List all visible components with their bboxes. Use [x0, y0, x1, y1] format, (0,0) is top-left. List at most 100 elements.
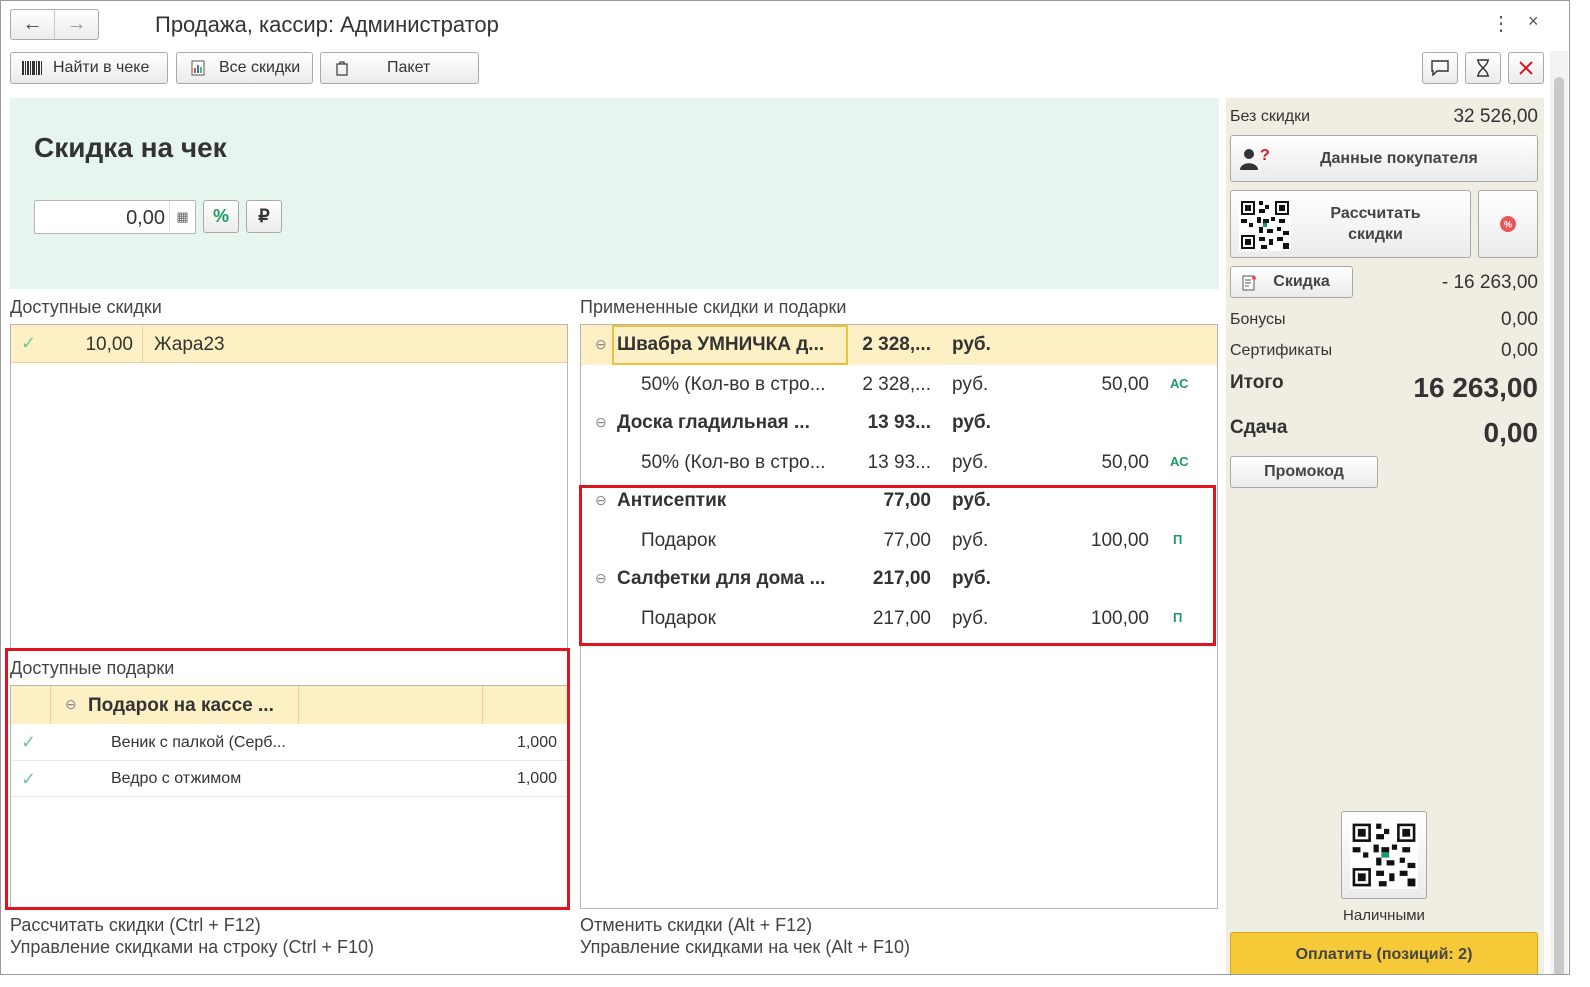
- certificates-value: 0,00: [1501, 340, 1538, 361]
- applied-name: 50% (Кол-во в стро...: [641, 452, 826, 473]
- collapse-icon[interactable]: ⊖: [595, 336, 607, 353]
- discount-value: - 16 263,00: [1441, 272, 1538, 293]
- applied-percent: 50,00: [1101, 452, 1149, 473]
- comment-button[interactable]: [1422, 52, 1458, 84]
- barcode-icon: [21, 60, 43, 76]
- person-question-icon: ?: [1239, 146, 1271, 177]
- close-red-icon: [1519, 61, 1533, 75]
- package-button[interactable]: Пакет: [320, 52, 479, 84]
- cash-label: Наличными: [1343, 907, 1425, 924]
- title-bar: ← → Продажа, кассир: Администратор ⋮ ×: [1, 1, 1569, 47]
- table-row[interactable]: ✓ 10,00 Жара23: [11, 325, 567, 363]
- applied-discounts-label: Примененные скидки и подарки: [580, 297, 847, 317]
- buyer-data-label: Данные покупателя: [1320, 149, 1478, 167]
- svg-text:%: %: [1504, 220, 1512, 230]
- close-icon[interactable]: ×: [1528, 11, 1539, 32]
- total-row: Итого 16 263,00: [1230, 372, 1538, 403]
- applied-amount: 13 93...: [867, 412, 931, 433]
- cancel-check-button[interactable]: [1508, 52, 1544, 84]
- applied-tag: АС: [1170, 376, 1189, 391]
- applied-group-row[interactable]: ⊖ Швабра УМНИЧКА д... 2 328,... руб.: [581, 325, 1217, 364]
- cancel-discounts-link[interactable]: Отменить скидки (Alt + F12): [580, 915, 812, 936]
- gifts-applied-highlight-frame: [579, 485, 1216, 646]
- discount-mode-button[interactable]: %: [1478, 190, 1538, 258]
- discount-doc-icon: [1241, 275, 1257, 296]
- all-discounts-label: Все скидки: [219, 59, 301, 76]
- more-menu-icon[interactable]: ⋮: [1491, 11, 1511, 36]
- calc-discounts-link[interactable]: Рассчитать скидки (Ctrl + F12): [10, 915, 261, 936]
- applied-item-row[interactable]: 50% (Кол-во в стро... 2 328,... руб. 50,…: [581, 365, 1217, 404]
- ruble-button[interactable]: ₽: [246, 200, 282, 233]
- package-label: Пакет: [387, 59, 431, 76]
- applied-currency: руб.: [952, 412, 991, 433]
- manage-row-discounts-link[interactable]: Управление скидками на строку (Ctrl + F1…: [10, 937, 374, 958]
- check-discount-panel: Скидка на чек 0,00 ▦ % ₽: [10, 98, 1219, 289]
- no-discount-row: Без скидки 32 526,00: [1230, 106, 1538, 127]
- report-icon: [187, 60, 209, 76]
- available-discounts-table: ✓ 10,00 Жара23: [10, 324, 568, 649]
- window-title: Продажа, кассир: Администратор: [155, 12, 499, 37]
- applied-amount: 2 328,...: [862, 374, 931, 395]
- certificates-label: Сертификаты: [1230, 342, 1333, 359]
- manage-check-discounts-link[interactable]: Управление скидками на чек (Alt + F10): [580, 937, 910, 958]
- promo-code-button[interactable]: Промокод: [1230, 456, 1378, 488]
- cash-qr-button[interactable]: [1341, 811, 1427, 899]
- available-discounts-label: Доступные скидки: [10, 297, 162, 317]
- nav-buttons: ← →: [10, 9, 99, 40]
- percent-badge-icon: %: [1500, 216, 1516, 232]
- sale-window: ← → Продажа, кассир: Администратор ⋮ × Н…: [0, 0, 1570, 975]
- buyer-data-button[interactable]: ? Данные покупателя: [1230, 135, 1538, 182]
- forward-arrow-icon[interactable]: →: [54, 10, 98, 39]
- total-label: Итого: [1230, 372, 1284, 393]
- discount-amount-value: 0,00: [126, 207, 165, 229]
- applied-amount: 2 328,...: [862, 334, 931, 355]
- hourglass-icon: [1477, 59, 1489, 77]
- check-discount-title: Скидка на чек: [34, 132, 227, 163]
- qr-code-icon: [1350, 821, 1418, 889]
- svg-text:?: ?: [1260, 147, 1270, 164]
- find-in-check-button[interactable]: Найти в чеке: [10, 52, 168, 84]
- summary-panel: Без скидки 32 526,00 ? Данные покупателя…: [1226, 98, 1544, 974]
- applied-tag: АС: [1170, 454, 1189, 469]
- discount-label: Скидка: [1273, 273, 1330, 290]
- vertical-scrollbar[interactable]: [1550, 51, 1568, 974]
- all-discounts-button[interactable]: Все скидки: [176, 52, 313, 84]
- discount-name: Жара23: [154, 334, 225, 355]
- scrollbar-thumb[interactable]: [1554, 77, 1564, 974]
- gifts-highlight-frame: [5, 648, 570, 910]
- defer-button[interactable]: [1465, 52, 1501, 84]
- applied-name: Доска гладильная ...: [617, 412, 810, 433]
- comment-icon: [1431, 60, 1449, 76]
- applied-name: 50% (Кол-во в стро...: [641, 374, 826, 395]
- applied-group-row[interactable]: ⊖ Доска гладильная ... 13 93... руб.: [581, 403, 1217, 442]
- bonuses-value: 0,00: [1501, 309, 1538, 330]
- qr-code-icon: [1239, 199, 1291, 256]
- applied-percent: 50,00: [1101, 374, 1149, 395]
- calc-discounts-button[interactable]: Рассчитать скидки: [1230, 190, 1471, 258]
- applied-currency: руб.: [952, 452, 989, 473]
- no-discount-value: 32 526,00: [1453, 106, 1538, 127]
- applied-currency: руб.: [952, 374, 989, 395]
- collapse-icon[interactable]: ⊖: [595, 414, 607, 431]
- bonuses-label: Бонусы: [1230, 311, 1286, 328]
- certificates-row: Сертификаты 0,00: [1230, 340, 1538, 361]
- no-discount-label: Без скидки: [1230, 108, 1311, 125]
- change-label: Сдача: [1230, 417, 1288, 438]
- back-arrow-icon[interactable]: ←: [11, 10, 54, 39]
- percent-button[interactable]: %: [203, 200, 239, 233]
- applied-currency: руб.: [952, 334, 991, 355]
- discount-button[interactable]: Скидка: [1230, 266, 1353, 298]
- calc-discounts-label: Рассчитать скидки: [1330, 205, 1421, 243]
- bonuses-row: Бонусы 0,00: [1230, 309, 1538, 330]
- discount-amount-input[interactable]: 0,00 ▦: [34, 200, 196, 234]
- applied-name: Швабра УМНИЧКА д...: [617, 334, 825, 355]
- applied-item-row[interactable]: 50% (Кол-во в стро... 13 93... руб. 50,0…: [581, 443, 1217, 482]
- total-value: 16 263,00: [1413, 372, 1538, 403]
- pay-button[interactable]: Оплатить (позиций: 2): [1230, 932, 1538, 974]
- calculator-icon[interactable]: ▦: [169, 201, 195, 233]
- find-in-check-label: Найти в чеке: [53, 59, 150, 76]
- discount-value: 10,00: [85, 334, 133, 355]
- bag-icon: [331, 60, 353, 76]
- applied-amount: 13 93...: [867, 452, 931, 473]
- change-row: Сдача 0,00: [1230, 417, 1538, 448]
